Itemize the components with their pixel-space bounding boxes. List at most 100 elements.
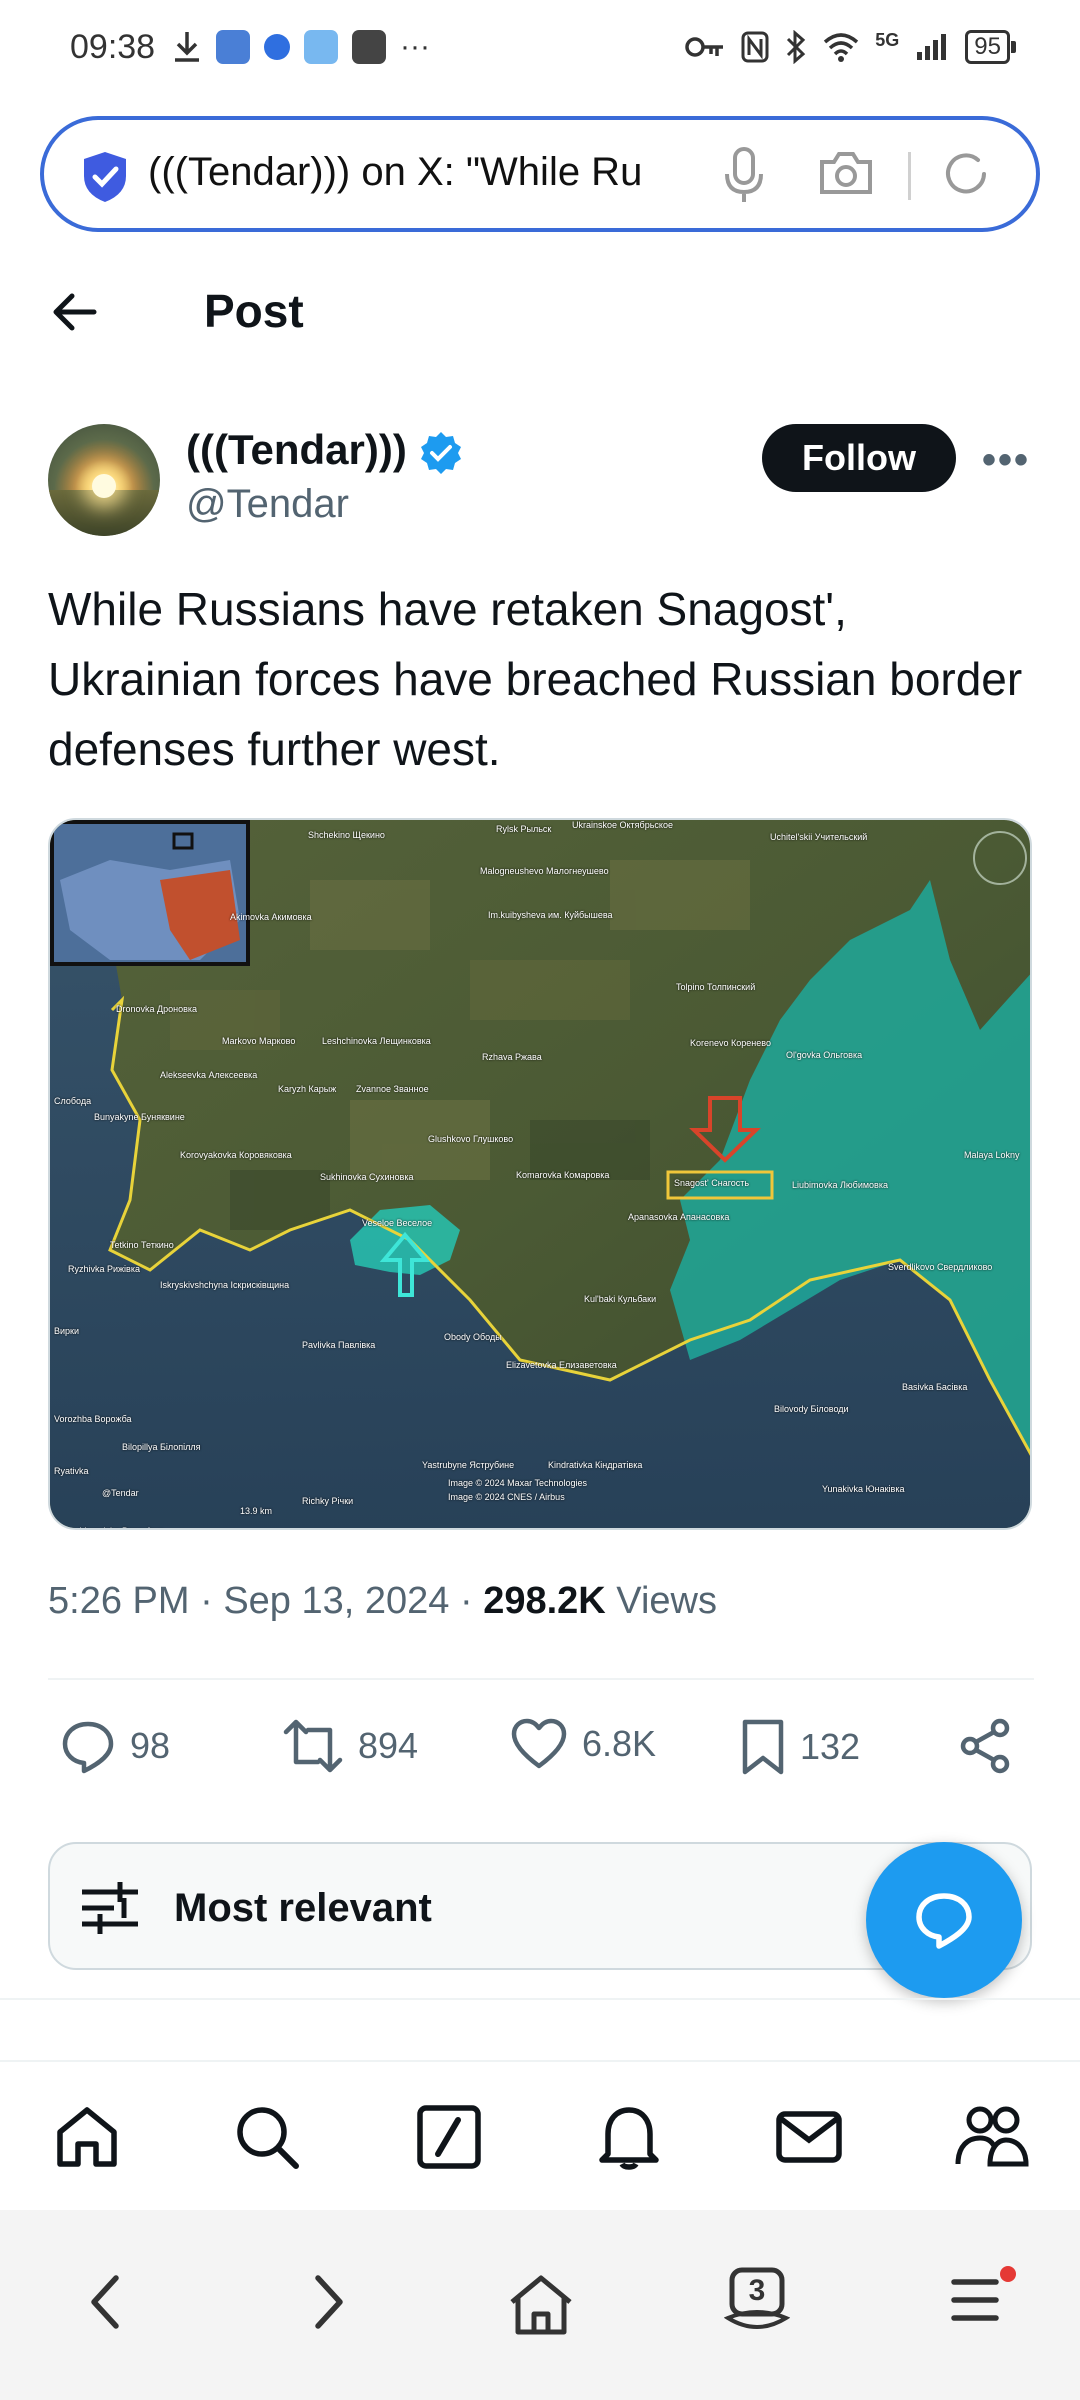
map-label: Kul'baki Кульбаки [584,1294,657,1304]
signal-icon [917,34,947,60]
camera-icon[interactable] [818,148,874,198]
map-label: Sukhinovka Сухиновка [320,1172,414,1182]
weather-icon [304,30,338,64]
map-label: Pavlivka Павлівка [302,1340,376,1350]
search-icon[interactable] [232,2102,302,2172]
microphone-icon[interactable] [722,146,766,206]
verified-badge-icon [421,432,461,474]
map-label: Alekseevka Алексеевка [160,1070,258,1080]
map-label: Liubimovka Любимовка [792,1180,888,1190]
map-label: Basivka Басівка [902,1382,968,1392]
back-arrow-icon[interactable] [48,286,100,338]
share-button[interactable] [958,1718,1012,1774]
map-label: Malogneushevo Малогнеушево [480,866,609,876]
map-label: Bilopillya Білопілля [122,1442,201,1452]
repost-button[interactable]: 894 [282,1718,418,1774]
bookmark-count: 132 [800,1726,861,1767]
more-options-icon[interactable]: ••• [982,438,1030,483]
map-label: Richky Річки [302,1496,354,1506]
url-divider [908,152,911,200]
browser-back-icon[interactable] [86,2272,126,2332]
like-button[interactable]: 6.8K [510,1718,656,1770]
map-label: Bilovody Біловоди [774,1404,849,1414]
map-label: Sverdlikovo Свердликово [888,1262,993,1272]
map-label: Voronivka Воронівка [80,1526,164,1528]
map-label: Komarovka Комаровка [516,1170,610,1180]
bluetooth-icon [787,30,806,64]
map-label: Korenevo Коренево [690,1038,771,1048]
grok-icon[interactable] [414,2102,484,2172]
communities-icon[interactable] [954,2102,1030,2172]
engagement-bar: 98 894 6.8K 132 [60,1718,1020,1782]
status-time: 09:38 [70,28,156,66]
map-label: Ryativka [54,1466,89,1476]
map-label: @Tendar [102,1488,139,1498]
map-label: Rzhava Ржава [482,1052,542,1062]
separator-dot: · [459,1580,484,1622]
refresh-icon[interactable] [940,148,992,200]
app-notification-icon-2 [264,34,290,60]
bookmark-button[interactable]: 132 [740,1718,860,1776]
map-label: Вирки [54,1326,80,1336]
tabs-button[interactable]: 3 [724,2266,790,2338]
home-icon[interactable] [52,2102,122,2172]
battery-indicator: 95 [965,30,1016,64]
status-bar: 09:38 ··· 5G 95 [0,0,1080,100]
url-text[interactable]: (((Tendar))) on X: "While Ru [148,150,728,195]
bookmark-icon [742,1719,784,1775]
map-label: Apanasovka Апанасовка [628,1212,730,1222]
map-label: Glushkovo Глушково [428,1134,514,1144]
app-bottom-nav [0,2060,1080,2210]
browser-forward-icon[interactable] [308,2272,348,2332]
map-label: Karyzh Карыж [278,1084,337,1094]
compose-reply-button[interactable] [866,1842,1022,1998]
map-label: Zvannoe Званное [356,1084,429,1094]
browser-home-icon[interactable] [506,2272,576,2338]
sort-label: Most relevant [174,1886,432,1930]
messages-envelope-icon[interactable] [774,2102,844,2172]
map-label: Image © 2024 CNES / Airbus [448,1492,565,1502]
views-count[interactable]: 298.2K [483,1580,606,1622]
map-label: Dronovka Дроновка [116,1004,198,1014]
post-time: 5:26 PM [48,1580,190,1622]
download-icon [175,32,199,62]
map-label: Kindrativka Кіндратівка [548,1460,643,1470]
handle[interactable]: @Tendar [186,482,349,527]
wifi-icon [824,33,859,62]
menu-notification-dot [1000,2266,1016,2282]
avatar[interactable] [48,424,160,536]
map-label: Слобода [54,1096,92,1106]
post-image-map[interactable]: Shchekino Щекино Rylsk Рыльск Ukrainskoe О… [48,818,1032,1530]
browser-menu-icon[interactable] [950,2272,1000,2328]
map-labels: Shchekino Щекино Rylsk Рыльск Ukrainskoe О… [50,820,1030,1528]
notifications-bell-icon[interactable] [594,2102,664,2172]
map-label: Iskryskivshchyna Іскрисківщина [160,1280,290,1290]
views-label: Views [616,1580,717,1622]
display-name[interactable]: (((Tendar))) [186,426,407,474]
map-label: Snagost' Снагость [674,1178,750,1188]
notification-icons: ··· [172,30,430,64]
divider [48,1678,1034,1680]
nfc-icon [741,31,769,63]
heart-icon [511,1718,567,1769]
map-label: Tetkino Теткино [110,1240,174,1250]
map-label: Uchitel'skii Учительский [770,832,868,842]
map-label: Akimovka Акимовка [230,912,312,922]
reply-icon [62,1721,114,1774]
follow-button[interactable]: Follow [762,424,956,492]
reply-button[interactable]: 98 [60,1718,170,1774]
post-date: Sep 13, 2024 [223,1580,450,1622]
key-icon [685,37,724,57]
map-label: Veseloe Веселое [362,1218,433,1228]
separator-dot: · [200,1580,224,1622]
map-label: Leshchinovka Лещинковка [322,1036,431,1046]
map-label: Ol'govka Ольговка [786,1050,863,1060]
post-text: While Russians have retaken Snagost', Uk… [48,583,1023,775]
reply-compose-icon [916,1893,972,1949]
repost-count: 894 [358,1725,419,1766]
map-label: Tolpino Толпинский [676,982,756,992]
map-label: Obody Ободы [444,1332,502,1342]
address-bar[interactable]: (((Tendar))) on X: "While Ru [40,116,1040,232]
shield-check-icon [84,152,126,202]
share-icon [960,1718,1010,1774]
